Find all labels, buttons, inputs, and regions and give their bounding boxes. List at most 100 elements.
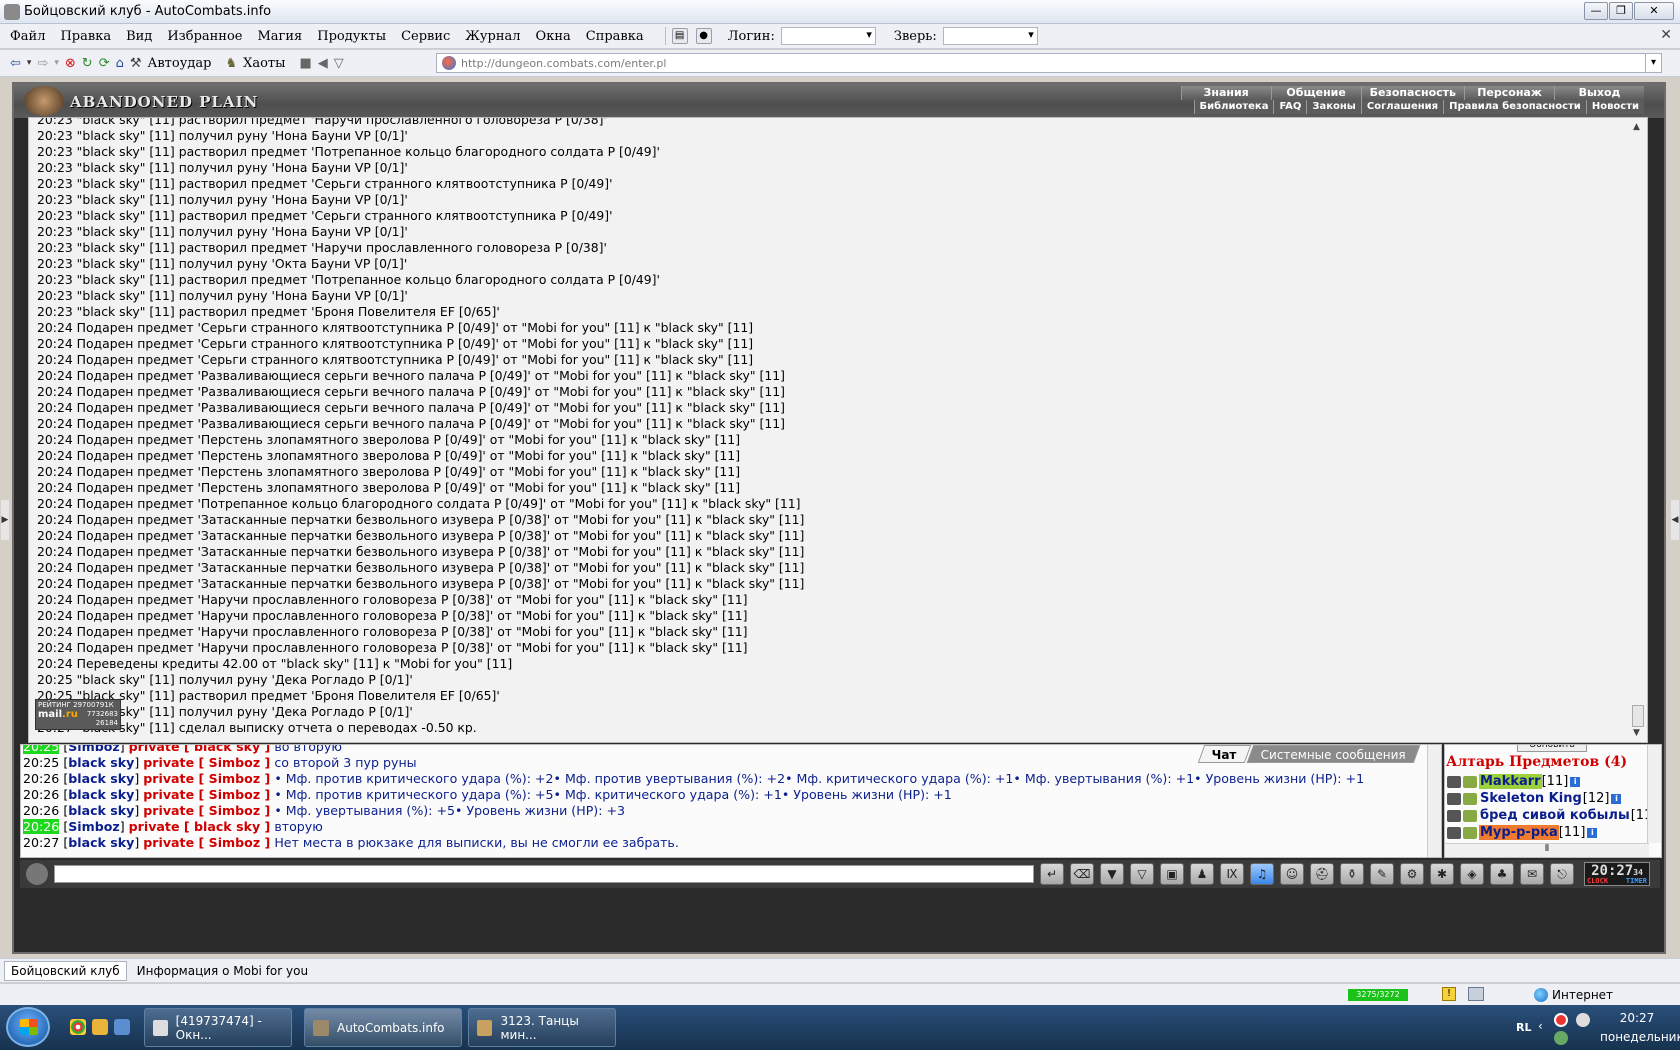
antivirus-icon[interactable] <box>1554 1013 1568 1027</box>
person-icon[interactable]: ♟ <box>1190 863 1214 885</box>
refresh-icon[interactable]: ↻ <box>82 56 93 71</box>
tools-icon[interactable]: ⚒ <box>130 56 142 71</box>
desktop-icon[interactable] <box>114 1019 130 1035</box>
message-time[interactable]: 20:27 <box>23 835 59 850</box>
beast-select[interactable] <box>942 27 1038 45</box>
language-indicator[interactable]: RL <box>1516 1021 1531 1034</box>
user-name[interactable]: бред сивой кобылы <box>1479 808 1631 823</box>
private-recipient[interactable]: private [ Simboz ] <box>143 771 270 786</box>
private-recipient[interactable]: private [ Simboz ] <box>143 803 270 818</box>
tray-expand-icon[interactable]: ‹ <box>1538 1019 1543 1033</box>
chat-bubble-icon[interactable]: ✉ <box>1520 863 1544 885</box>
potion-icon[interactable]: ⚱ <box>1340 863 1364 885</box>
right-collapse-arrow[interactable]: ◀ <box>1671 500 1679 540</box>
chrome-icon[interactable] <box>70 1019 86 1035</box>
scroll-up-icon[interactable]: ▲ <box>1633 122 1640 132</box>
block-icon[interactable]: ■ <box>299 56 311 71</box>
helmet-icon[interactable]: ⛑ <box>1310 863 1334 885</box>
eraser-icon[interactable]: ⌫ <box>1070 863 1094 885</box>
filter-icon[interactable]: ▼ <box>1100 863 1124 885</box>
menu-favorites[interactable]: Избранное <box>167 29 242 44</box>
minimize-button[interactable]: — <box>1584 2 1608 20</box>
user-info-icon[interactable]: i <box>1570 776 1581 787</box>
bug-icon[interactable]: ✱ <box>1430 863 1454 885</box>
user-info-icon[interactable]: i <box>1587 827 1598 838</box>
close-window-button[interactable]: ✕ <box>1634 2 1674 20</box>
task-autocombats[interactable]: AutoCombats.info <box>304 1008 462 1047</box>
close-icon[interactable]: ✕ <box>1660 27 1672 43</box>
menu-windows[interactable]: Окна <box>536 29 571 44</box>
message-time[interactable]: 20:26 <box>23 819 60 834</box>
message-time[interactable]: 20:25 <box>23 755 59 770</box>
save-icon[interactable]: ▣ <box>1160 863 1184 885</box>
chaos-icon[interactable]: ♞ <box>225 56 237 71</box>
autoudar-button[interactable]: Автоудар <box>148 56 212 71</box>
task-window-3[interactable]: 3123. Танцы мин... <box>468 1008 616 1047</box>
private-message-icon[interactable] <box>1447 809 1461 822</box>
address-dropdown-icon[interactable]: ▾ <box>1645 54 1661 72</box>
task-window-1[interactable]: [419737474] - Окн... <box>144 1008 292 1047</box>
menu-service[interactable]: Сервис <box>401 29 450 44</box>
private-recipient[interactable]: private [ Simboz ] <box>143 787 270 802</box>
filter-icon[interactable]: ▽ <box>334 56 344 71</box>
message-time[interactable]: 20:26 <box>23 803 59 818</box>
address-bar[interactable]: http://dungeon.combats.com/enter.pl ▾ <box>436 53 1662 73</box>
refresh-button[interactable]: Обновить <box>1517 745 1587 752</box>
tab-system-messages[interactable]: Системные сообщения <box>1246 745 1421 763</box>
scroll-icon[interactable]: ✎ <box>1370 863 1394 885</box>
sender-name[interactable]: black sky <box>68 771 134 786</box>
back-arrow-icon[interactable]: ⇦ <box>10 56 21 71</box>
private-recipient[interactable]: private [ black sky ] <box>129 819 271 834</box>
private-recipient[interactable]: private [ black sky ] <box>129 745 271 754</box>
system-clock-time[interactable]: 20:27 <box>1612 1011 1662 1025</box>
smile-icon[interactable]: ☺ <box>1280 863 1304 885</box>
tab-chat[interactable]: Чат <box>1198 745 1252 763</box>
bomb-icon[interactable]: ● <box>695 28 712 44</box>
altar-hscrollbar[interactable]: ⦀ <box>1445 843 1649 857</box>
volume-icon[interactable] <box>1576 1013 1590 1027</box>
menu-edit[interactable]: Правка <box>60 29 111 44</box>
sender-name[interactable]: black sky <box>68 803 134 818</box>
nav-knowledge[interactable]: Знания <box>1180 86 1271 100</box>
private-recipient[interactable]: private [ Simboz ] <box>143 755 270 770</box>
menu-products[interactable]: Продукты <box>317 29 386 44</box>
menu-view[interactable]: Вид <box>126 29 152 44</box>
scroll-thumb[interactable] <box>1632 705 1644 727</box>
nav-exit[interactable]: Выход <box>1554 86 1644 100</box>
user-name[interactable]: Мур-р-рка <box>1479 825 1559 840</box>
nav-security-rules[interactable]: Правила безопасности <box>1443 100 1586 114</box>
forward-arrow-icon[interactable]: ⇨ <box>37 56 48 71</box>
nav-agreements[interactable]: Соглашения <box>1360 100 1444 114</box>
nav-security[interactable]: Безопасность <box>1360 86 1464 100</box>
sender-name[interactable]: black sky <box>68 835 134 850</box>
private-message-icon[interactable] <box>1447 826 1461 839</box>
user-info-icon[interactable]: i <box>1611 793 1622 804</box>
menu-magic[interactable]: Магия <box>258 29 303 44</box>
message-time[interactable]: 20:26 <box>23 787 59 802</box>
sender-name[interactable]: Simboz <box>68 819 120 834</box>
user-name[interactable]: Skeleton King <box>1479 791 1583 806</box>
exit-icon[interactable]: ⎋ <box>1550 863 1574 885</box>
nav-communication[interactable]: Общение <box>1270 86 1361 100</box>
filter-alt-icon[interactable]: ▽ <box>1130 863 1154 885</box>
translit-icon[interactable]: Ⅸ <box>1220 863 1244 885</box>
chevron-down-icon[interactable]: ▾ <box>54 58 59 68</box>
smiley-menu-icon[interactable] <box>26 863 48 885</box>
home-icon[interactable]: ⌂ <box>116 56 124 71</box>
network-icon[interactable] <box>1468 987 1484 1001</box>
left-collapse-arrow[interactable]: ▶ <box>1 500 9 540</box>
private-message-icon[interactable] <box>1447 792 1461 805</box>
log-scrollbar[interactable]: ▲ ▼ <box>1631 120 1645 740</box>
start-button[interactable] <box>6 1007 50 1047</box>
sender-name[interactable]: Simboz <box>68 745 120 754</box>
tab-info-mobi[interactable]: Информация о Mobi for you <box>131 962 314 980</box>
send-icon[interactable]: ↵ <box>1040 863 1064 885</box>
nav-library[interactable]: Библиотека <box>1193 100 1274 114</box>
rating-badge[interactable]: РЕЙТИНГ 29700791К mail.ru 7732683 26184 <box>35 699 121 730</box>
game-clock[interactable]: 20:2734 CLOCK TIMER <box>1584 862 1650 886</box>
print-icon[interactable]: ▤ <box>671 28 688 44</box>
sender-name[interactable]: black sky <box>68 787 134 802</box>
chevron-down-icon[interactable]: ▾ <box>27 58 32 68</box>
tab-fight-club[interactable]: Бойцовский клуб <box>4 960 127 981</box>
stop-icon[interactable]: ⊗ <box>65 56 76 71</box>
